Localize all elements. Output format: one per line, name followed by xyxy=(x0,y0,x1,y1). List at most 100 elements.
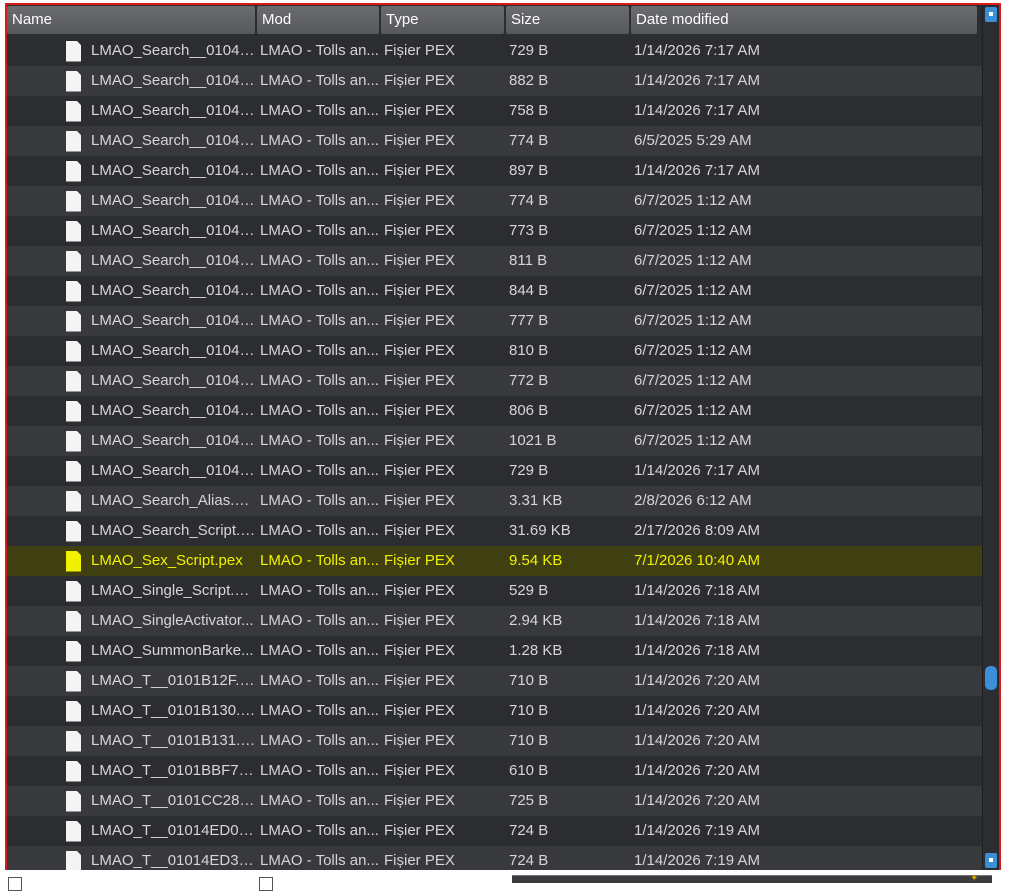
table-row[interactable]: LMAO_Search__01040... LMAO - Tolls an... F… xyxy=(7,96,983,126)
cell-date: 1/14/2026 7:19 AM xyxy=(634,852,760,869)
file-name: LMAO_T__0101BBF7.pex xyxy=(91,762,256,779)
scroll-down-icon[interactable] xyxy=(985,853,997,868)
table-row[interactable]: LMAO_Search__01041... LMAO - Tolls an... F… xyxy=(7,246,983,276)
cell-size: 774 B xyxy=(509,132,549,149)
cell-date: 6/7/2025 1:12 AM xyxy=(634,252,752,269)
table-row[interactable]: LMAO_Search__01041... LMAO - Tolls an... F… xyxy=(7,216,983,246)
file-icon xyxy=(66,430,81,452)
cell-date: 1/14/2026 7:17 AM xyxy=(634,72,760,89)
cell-type: Fișier PEX xyxy=(384,522,455,539)
cell-type: Fișier PEX xyxy=(384,492,455,509)
table-row[interactable]: LMAO_Search__01041... LMAO - Tolls an... F… xyxy=(7,336,983,366)
cell-date: 1/14/2026 7:18 AM xyxy=(634,612,760,629)
file-icon xyxy=(66,580,81,602)
cell-name: LMAO_Search__01040... xyxy=(7,156,256,186)
cell-type: Fișier PEX xyxy=(384,252,455,269)
table-row[interactable]: LMAO_Search__01041... LMAO - Tolls an... F… xyxy=(7,456,983,486)
table-row[interactable]: LMAO_Search_Script.p... LMAO - Tolls an..… xyxy=(7,516,983,546)
scrollbar-thumb[interactable] xyxy=(985,666,997,691)
table-row[interactable]: LMAO_SummonBarke... LMAO - Tolls an... Fiș… xyxy=(7,636,983,666)
cell-name: LMAO_Search__01041... xyxy=(7,396,256,426)
table-row[interactable]: LMAO_Search__01040... LMAO - Tolls an... F… xyxy=(7,66,983,96)
cell-name: LMAO_Sex_Script.pex xyxy=(7,546,256,576)
table-row[interactable]: LMAO_T__0101B130.pex LMAO - Tolls an... Fi… xyxy=(7,696,983,726)
file-icon xyxy=(66,550,81,572)
table-row[interactable]: LMAO_Search__01041... LMAO - Tolls an... F… xyxy=(7,366,983,396)
cell-size: 2.94 KB xyxy=(509,612,563,629)
column-header-size[interactable]: Size xyxy=(506,6,629,34)
cell-size: 897 B xyxy=(509,162,549,179)
table-row[interactable]: LMAO_T__01014ED3.p... LMAO - Tolls an... F… xyxy=(7,846,983,870)
bottom-checkbox-middle[interactable] xyxy=(259,877,273,891)
file-list-panel: Name Mod Type Size Date modified LMAO_Se… xyxy=(5,3,1001,872)
file-name: LMAO_Sex_Script.pex xyxy=(91,552,243,569)
cell-name: LMAO_T__0101B130.pex xyxy=(7,696,256,726)
table-row[interactable]: LMAO_T__01014ED0.p... LMAO - Tolls an... F… xyxy=(7,816,983,846)
wand-icon[interactable]: ✦ xyxy=(970,874,982,884)
file-icon xyxy=(66,100,81,122)
cell-type: Fișier PEX xyxy=(384,642,455,659)
cell-name: LMAO_Search__01040... xyxy=(7,66,256,96)
column-header-mod[interactable]: Mod xyxy=(257,6,379,34)
column-header-name[interactable]: Name xyxy=(7,6,255,34)
table-row[interactable]: LMAO_T__0101CC28.p... LMAO - Tolls an... F… xyxy=(7,786,983,816)
file-icon xyxy=(66,460,81,482)
cell-name: LMAO_Search__01041... xyxy=(7,456,256,486)
file-icon xyxy=(66,340,81,362)
table-row[interactable]: LMAO_Search__01041... LMAO - Tolls an... F… xyxy=(7,36,983,66)
table-row[interactable]: LMAO_Search_Alias.pex LMAO - Tolls an... F… xyxy=(7,486,983,516)
table-row[interactable]: LMAO_SingleActivator... LMAO - Tolls an..… xyxy=(7,606,983,636)
bottom-checkbox-left[interactable] xyxy=(8,877,22,891)
file-icon xyxy=(66,190,81,212)
file-icon xyxy=(66,160,81,182)
cell-date: 2/8/2026 6:12 AM xyxy=(634,492,752,509)
scroll-up-icon[interactable] xyxy=(985,7,997,22)
cell-mod: LMAO - Tolls an... xyxy=(260,492,379,509)
file-name: LMAO_T__0101CC28.p... xyxy=(91,792,256,809)
vertical-scrollbar[interactable] xyxy=(982,5,999,870)
table-row[interactable]: LMAO_Single_Script.pex LMAO - Tolls an...… xyxy=(7,576,983,606)
table-row[interactable]: LMAO_Search__01040... LMAO - Tolls an... F… xyxy=(7,126,983,156)
file-icon xyxy=(66,130,81,152)
table-row[interactable]: LMAO_T__0101B12F.pex LMAO - Tolls an... Fi… xyxy=(7,666,983,696)
table-row[interactable]: LMAO_T__0101BBF7.pex LMAO - Tolls an... Fi… xyxy=(7,756,983,786)
file-name: LMAO_SummonBarke... xyxy=(91,642,254,659)
cell-type: Fișier PEX xyxy=(384,822,455,839)
cell-type: Fișier PEX xyxy=(384,42,455,59)
table-row-highlighted[interactable]: LMAO_Sex_Script.pex LMAO - Tolls an... Fiș… xyxy=(7,546,983,576)
file-icon xyxy=(66,250,81,272)
file-name: LMAO_Search__01041... xyxy=(91,312,256,329)
column-header-type[interactable]: Type xyxy=(381,6,504,34)
cell-name: LMAO_Search__01041... xyxy=(7,366,256,396)
table-row[interactable]: LMAO_T__0101B131.pex LMAO - Tolls an... Fi… xyxy=(7,726,983,756)
file-name: LMAO_Search__01041... xyxy=(91,462,256,479)
cell-name: LMAO_Search_Script.p... xyxy=(7,516,256,546)
cell-name: LMAO_T__01014ED3.p... xyxy=(7,846,256,870)
table-row[interactable]: LMAO_Search__01041... LMAO - Tolls an... F… xyxy=(7,306,983,336)
cell-mod: LMAO - Tolls an... xyxy=(260,432,379,449)
cell-mod: LMAO - Tolls an... xyxy=(260,402,379,419)
table-row[interactable]: LMAO_Search__01041... LMAO - Tolls an... F… xyxy=(7,276,983,306)
table-row[interactable]: LMAO_Search__01041... LMAO - Tolls an... F… xyxy=(7,396,983,426)
cell-mod: LMAO - Tolls an... xyxy=(260,222,379,239)
file-icon xyxy=(66,220,81,242)
file-icon xyxy=(66,760,81,782)
cell-size: 810 B xyxy=(509,342,549,359)
table-row[interactable]: LMAO_Search__01041... LMAO - Tolls an... F… xyxy=(7,186,983,216)
cell-type: Fișier PEX xyxy=(384,312,455,329)
cell-size: 729 B xyxy=(509,462,549,479)
table-row[interactable]: LMAO_Search__01040... LMAO - Tolls an... F… xyxy=(7,156,983,186)
cell-type: Fișier PEX xyxy=(384,132,455,149)
file-name: LMAO_T__01014ED0.p... xyxy=(91,822,256,839)
cell-size: 1.28 KB xyxy=(509,642,563,659)
cell-mod: LMAO - Tolls an... xyxy=(260,762,379,779)
cell-date: 6/7/2025 1:12 AM xyxy=(634,192,752,209)
cell-name: LMAO_T__01014ED0.p... xyxy=(7,816,256,846)
cell-mod: LMAO - Tolls an... xyxy=(260,282,379,299)
cell-mod: LMAO - Tolls an... xyxy=(260,822,379,839)
column-header-date[interactable]: Date modified xyxy=(631,6,977,34)
cell-type: Fișier PEX xyxy=(384,402,455,419)
cell-date: 7/1/2026 10:40 AM xyxy=(634,552,760,569)
file-name: LMAO_Single_Script.pex xyxy=(91,582,256,599)
table-row[interactable]: LMAO_Search__01041... LMAO - Tolls an... F… xyxy=(7,426,983,456)
